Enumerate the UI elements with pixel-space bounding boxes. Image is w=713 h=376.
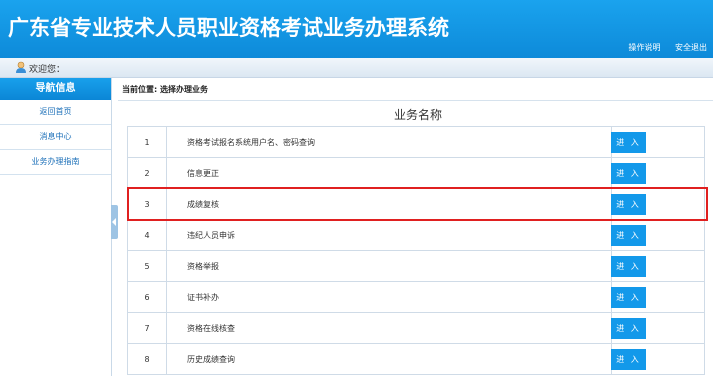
- enter-button[interactable]: 进 入: [611, 348, 646, 370]
- enter-button[interactable]: 进 入: [611, 317, 646, 339]
- table-row: 8 历史成绩查询进 入: [127, 343, 705, 375]
- row-number: 4: [127, 219, 167, 251]
- row-number: 3: [127, 188, 167, 220]
- business-name: 违纪人员申诉: [166, 219, 612, 251]
- action-cell: 进 入: [611, 188, 705, 220]
- sidebar-collapse-handle[interactable]: [111, 205, 118, 239]
- business-name: 证书补办: [166, 281, 612, 313]
- logout-link[interactable]: 安全退出: [675, 43, 707, 52]
- action-cell: 进 入: [611, 312, 705, 344]
- enter-button[interactable]: 进 入: [611, 131, 646, 153]
- row-number: 6: [127, 281, 167, 313]
- chevron-left-icon: [112, 218, 116, 226]
- business-name: 资格举报: [166, 250, 612, 282]
- breadcrumb: 当前位置: 选择办理业务: [122, 85, 208, 94]
- welcome-bar: 欢迎您：: [0, 58, 713, 78]
- row-number: 7: [127, 312, 167, 344]
- enter-button[interactable]: 进 入: [611, 224, 646, 246]
- sidebar: 导航信息 返回首页 消息中心 业务办理指南: [0, 78, 112, 376]
- action-cell: 进 入: [611, 281, 705, 313]
- action-cell: 进 入: [611, 250, 705, 282]
- row-number: 8: [127, 343, 167, 375]
- sidebar-item-guide[interactable]: 业务办理指南: [0, 150, 111, 175]
- header-banner: 广东省专业技术人员职业资格考试业务办理系统 操作说明 安全退出: [0, 0, 713, 58]
- table-row: 4 违纪人员申诉进 入: [127, 219, 705, 251]
- enter-button[interactable]: 进 入: [611, 162, 646, 184]
- row-number: 5: [127, 250, 167, 282]
- table-row: 6 证书补办进 入: [127, 281, 705, 313]
- table-title: 业务名称: [393, 108, 442, 122]
- table-row: 1 资格考试报名系统用户名、密码查询进 入: [127, 126, 705, 158]
- table-row: 7 资格在线核查进 入: [127, 312, 705, 344]
- business-table: 1 资格考试报名系统用户名、密码查询进 入 2 信息更正进 入 3 成绩复核进 入 4 违纪人…: [127, 126, 705, 375]
- enter-button[interactable]: 进 入: [611, 255, 646, 277]
- enter-button[interactable]: 进 入: [611, 286, 646, 308]
- action-cell: 进 入: [611, 126, 705, 158]
- action-cell: 进 入: [611, 343, 705, 375]
- help-link[interactable]: 操作说明: [628, 43, 660, 52]
- system-title: 广东省专业技术人员职业资格考试业务办理系统: [8, 16, 449, 40]
- business-name: 资格考试报名系统用户名、密码查询: [166, 126, 612, 158]
- welcome-text: 欢迎您：: [29, 65, 66, 75]
- sidebar-item-messages[interactable]: 消息中心: [0, 125, 111, 150]
- enter-button[interactable]: 进 入: [611, 193, 646, 215]
- action-cell: 进 入: [611, 219, 705, 251]
- action-cell: 进 入: [611, 157, 705, 189]
- business-name: 资格在线核查: [166, 312, 612, 344]
- table-row: 5 资格举报进 入: [127, 250, 705, 282]
- header-links: 操作说明 安全退出: [616, 42, 707, 53]
- business-name: 信息更正: [166, 157, 612, 189]
- sidebar-title: 导航信息: [0, 78, 111, 100]
- table-row: 3 成绩复核进 入: [127, 188, 705, 220]
- row-number: 1: [127, 126, 167, 158]
- table-row: 2 信息更正进 入: [127, 157, 705, 189]
- user-avatar-icon: [16, 61, 26, 73]
- sidebar-item-home[interactable]: 返回首页: [0, 100, 111, 125]
- business-name: 历史成绩查询: [166, 343, 612, 375]
- divider: [118, 100, 713, 101]
- row-number: 2: [127, 157, 167, 189]
- business-name: 成绩复核: [166, 188, 612, 220]
